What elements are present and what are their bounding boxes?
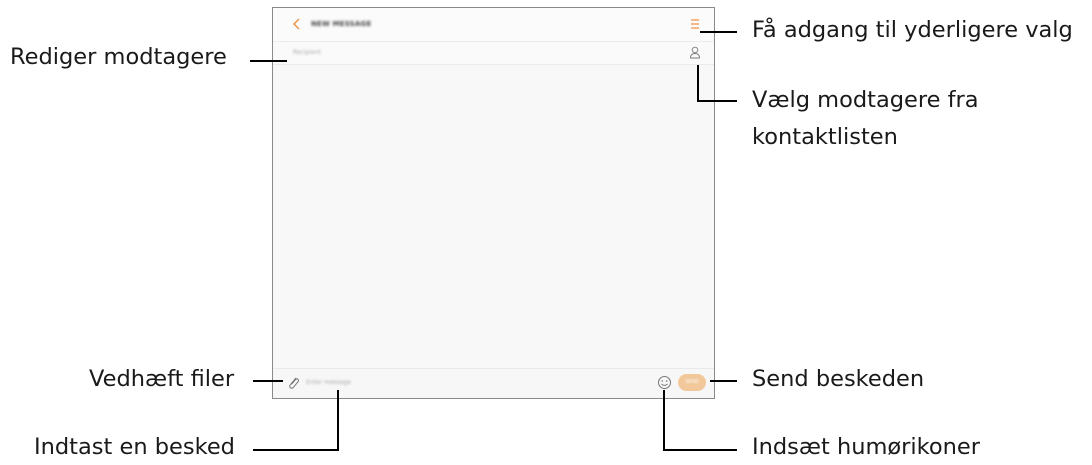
leader-line: [697, 65, 699, 101]
callout-send-message: Send beskeden: [752, 366, 925, 392]
callout-enter-message: Indtast en besked: [34, 434, 235, 460]
callout-select-contacts-line1: Vælg modtagere fra: [752, 87, 979, 113]
recipient-placeholder: Recipient: [293, 49, 321, 56]
leader-line: [253, 449, 339, 451]
message-compose-screen: NEW MESSAGE Recipient Enter message SEND: [272, 7, 715, 399]
screen-title: NEW MESSAGE: [311, 20, 372, 28]
chevron-left-icon[interactable]: [291, 17, 303, 31]
more-options-icon[interactable]: [690, 18, 700, 30]
leader-line: [697, 100, 737, 102]
paperclip-icon[interactable]: [286, 375, 300, 391]
send-button-label: SEND: [685, 379, 699, 385]
callout-select-contacts-line2: kontaktlisten: [752, 124, 898, 150]
leader-line: [337, 390, 339, 450]
app-header: NEW MESSAGE: [273, 8, 714, 42]
contact-person-icon[interactable]: [689, 45, 701, 59]
recipient-field[interactable]: Recipient: [273, 42, 714, 65]
leader-line: [253, 380, 283, 382]
smiley-icon[interactable]: [657, 375, 672, 390]
callout-edit-recipients: Rediger modtagere: [10, 44, 227, 70]
leader-line: [710, 380, 737, 382]
leader-line: [700, 31, 737, 33]
message-thread-area: [273, 65, 714, 368]
callout-insert-emoticons: Indsæt humørikoner: [752, 434, 981, 460]
compose-bar: Enter message SEND: [273, 368, 714, 398]
leader-line: [663, 449, 737, 451]
callout-attach-files: Vedhæft filer: [89, 366, 235, 392]
callout-more-options: Få adgang til yderligere valg: [752, 17, 1073, 43]
leader-line: [250, 60, 287, 62]
send-button[interactable]: SEND: [678, 374, 706, 391]
leader-line: [663, 390, 665, 450]
message-input[interactable]: Enter message: [306, 379, 351, 386]
